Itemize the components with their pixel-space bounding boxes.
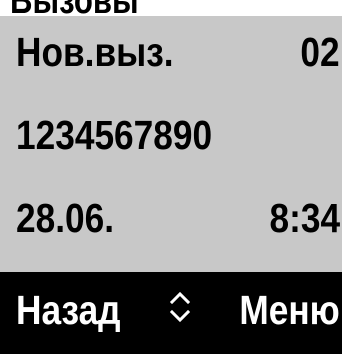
new-calls-label: Нов.выз. xyxy=(16,29,174,75)
menu-softkey[interactable]: Меню xyxy=(240,272,340,348)
caller-number: 1234567890 xyxy=(16,112,213,158)
phone-screen: Вызовы Нов.выз. 02 1234567890 28.06. 8:3… xyxy=(0,0,342,354)
softkey-bar: Назад Меню xyxy=(0,272,342,354)
partial-header-text: Вызовы xyxy=(10,0,139,16)
display-line-date-time: 28.06. 8:34 xyxy=(0,190,342,246)
lcd-display: Нов.выз. 02 1234567890 28.06. 8:34 xyxy=(0,16,342,272)
call-date: 28.06. xyxy=(16,195,115,241)
up-down-arrows-icon[interactable] xyxy=(170,290,190,324)
back-softkey[interactable]: Назад xyxy=(16,272,121,348)
top-strip-cut-off: Вызовы xyxy=(0,0,342,16)
display-line-new-calls: Нов.выз. 02 xyxy=(0,24,342,80)
display-line-number: 1234567890 xyxy=(0,107,342,163)
call-time: 8:34 xyxy=(269,195,340,241)
new-calls-count: 02 xyxy=(300,29,340,75)
